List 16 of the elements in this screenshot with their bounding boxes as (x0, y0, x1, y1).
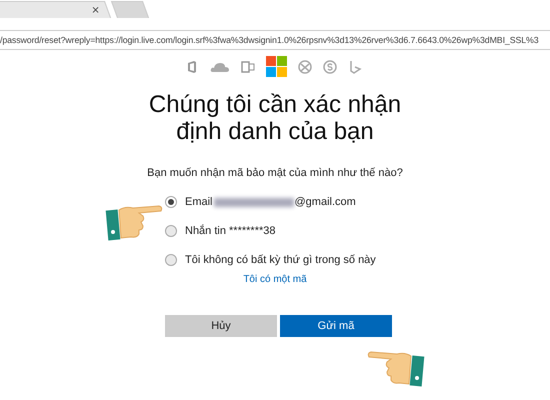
browser-tab[interactable]: × (0, 1, 112, 18)
radio-button[interactable] (165, 196, 177, 208)
cancel-button[interactable]: Hủy (165, 315, 277, 337)
close-icon[interactable]: × (90, 4, 100, 16)
page-heading: Chúng tôi cần xác nhận định danh của bạn (148, 91, 402, 145)
address-bar-url[interactable]: /password/reset?wreply=https://login.live.com/login.srf%3fwa%3dwsignin1.0%26rpsnv%3d13%26rver%3d6.7.6643.0%26wp%3dMBI_SSL%3 (0, 35, 539, 45)
send-code-button[interactable]: Gửi mã (280, 315, 392, 337)
email-domain: @gmail.com (294, 196, 356, 208)
option-label[interactable]: Tôi không có bất kỳ thứ gì trong số này (185, 254, 376, 266)
radio-button[interactable] (165, 254, 177, 266)
question-text: Bạn muốn nhận mã bảo mật của mình như thế nào? (146, 167, 404, 179)
radio-button[interactable] (165, 225, 177, 237)
option-label[interactable]: Email (185, 196, 213, 208)
browser-tab[interactable] (110, 1, 150, 18)
have-code-link[interactable]: Tôi có một mã (243, 274, 307, 285)
option-label[interactable]: Nhắn tin ********38 (185, 225, 276, 237)
